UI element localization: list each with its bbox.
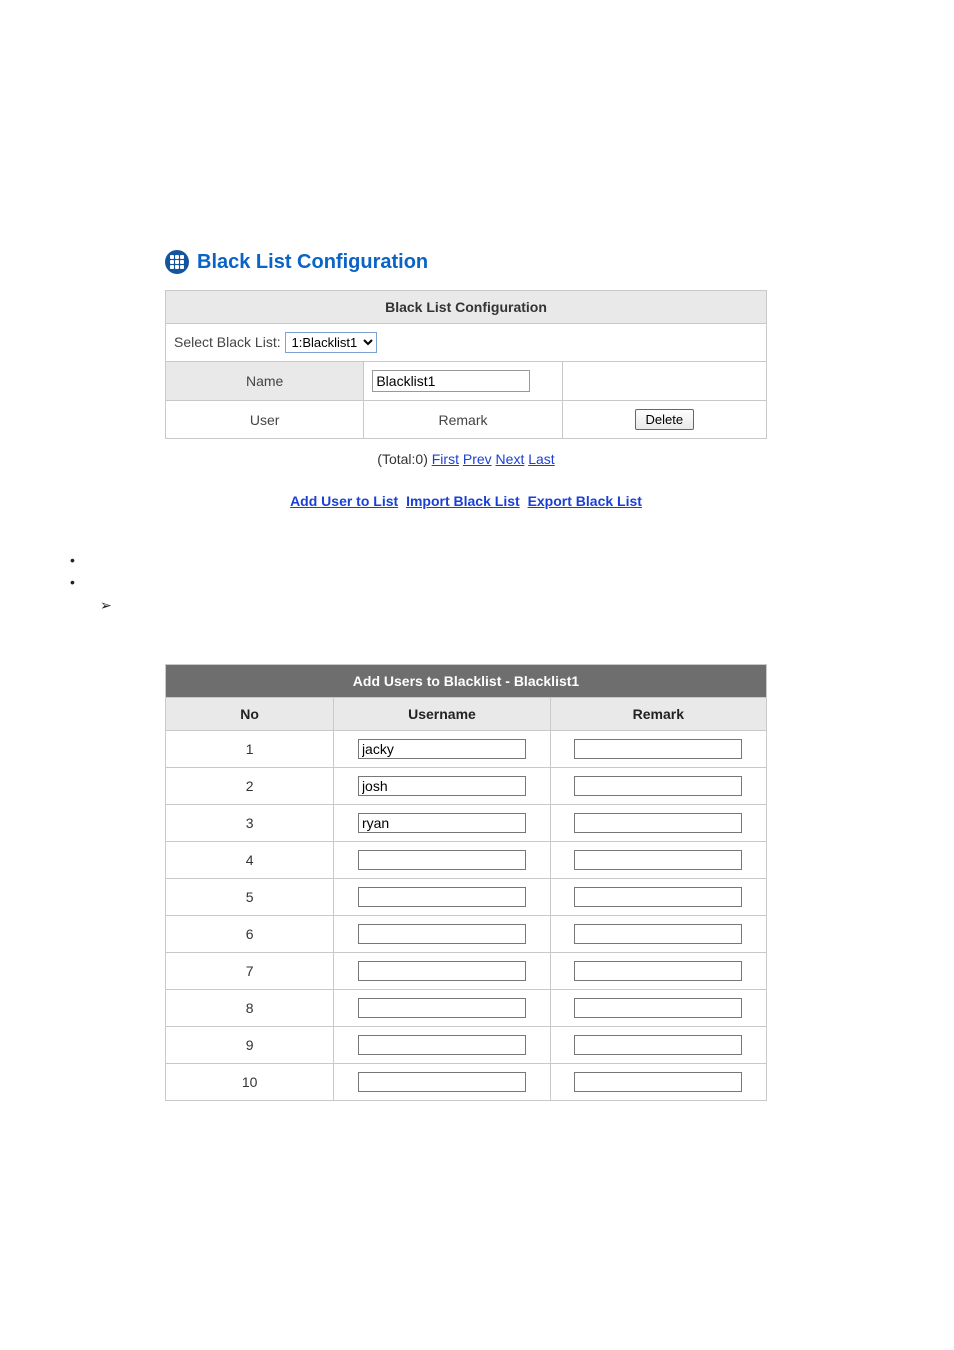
col-remark: Remark [364, 401, 562, 439]
remark-input[interactable] [574, 850, 742, 870]
pager: (Total:0) First Prev Next Last [165, 451, 767, 467]
config-table: Black List Configuration Select Black Li… [165, 290, 767, 439]
arrow-marker: ➢ [100, 594, 112, 616]
username-input[interactable] [358, 887, 526, 907]
add-users-title: Add Users to Blacklist - Blacklist1 [166, 665, 767, 698]
pager-first[interactable]: First [432, 451, 459, 467]
username-input[interactable] [358, 1072, 526, 1092]
pager-last[interactable]: Last [528, 451, 554, 467]
cell-remark [550, 1064, 766, 1101]
name-label: Name [166, 362, 364, 401]
table-row: 8 [166, 990, 767, 1027]
bullet-marker: • [70, 571, 954, 593]
username-input[interactable] [358, 961, 526, 981]
cell-remark [550, 842, 766, 879]
table-row: 1 [166, 731, 767, 768]
col-remark: Remark [550, 698, 766, 731]
col-no: No [166, 698, 334, 731]
cell-no: 3 [166, 805, 334, 842]
username-input[interactable] [358, 813, 526, 833]
username-input[interactable] [358, 850, 526, 870]
cell-username [334, 805, 550, 842]
remark-input[interactable] [574, 813, 742, 833]
cell-remark [550, 879, 766, 916]
username-input[interactable] [358, 776, 526, 796]
cell-no: 4 [166, 842, 334, 879]
remark-input[interactable] [574, 961, 742, 981]
delete-button[interactable]: Delete [635, 409, 695, 430]
page-title: Black List Configuration [197, 251, 428, 274]
bullet-list: • • ➢ [60, 549, 954, 616]
remark-input[interactable] [574, 776, 742, 796]
name-row-spacer [562, 362, 766, 401]
add-user-link[interactable]: Add User to List [290, 493, 398, 509]
add-users-panel: Add Users to Blacklist - Blacklist1 No U… [165, 664, 767, 1101]
table-row: 2 [166, 768, 767, 805]
import-list-link[interactable]: Import Black List [406, 493, 520, 509]
table-row: 7 [166, 953, 767, 990]
cell-no: 6 [166, 916, 334, 953]
table-row: 3 [166, 805, 767, 842]
cell-username [334, 1027, 550, 1064]
select-blacklist-label: Select Black List: [174, 334, 281, 350]
username-input[interactable] [358, 998, 526, 1018]
grid-icon [165, 250, 189, 274]
cell-no: 1 [166, 731, 334, 768]
cell-username [334, 768, 550, 805]
cell-remark [550, 953, 766, 990]
cell-username [334, 879, 550, 916]
blacklist-select[interactable]: 1:Blacklist1 [285, 332, 377, 353]
export-list-link[interactable]: Export Black List [528, 493, 642, 509]
table-row: 6 [166, 916, 767, 953]
cell-remark [550, 916, 766, 953]
panel-header: Black List Configuration [165, 250, 767, 274]
table-row: 5 [166, 879, 767, 916]
remark-input[interactable] [574, 739, 742, 759]
username-input[interactable] [358, 924, 526, 944]
blacklist-name-input[interactable] [372, 370, 530, 392]
cell-remark [550, 768, 766, 805]
action-links: Add User to List Import Black List Expor… [165, 493, 767, 509]
add-users-table: Add Users to Blacklist - Blacklist1 No U… [165, 664, 767, 1101]
cell-no: 2 [166, 768, 334, 805]
blacklist-config-panel: Black List Configuration Black List Conf… [165, 250, 767, 509]
pager-prev[interactable]: Prev [463, 451, 492, 467]
username-input[interactable] [358, 1035, 526, 1055]
cell-remark [550, 990, 766, 1027]
bullet-marker: • [70, 549, 954, 571]
cell-no: 7 [166, 953, 334, 990]
pager-next[interactable]: Next [496, 451, 525, 467]
config-title: Black List Configuration [166, 291, 767, 324]
cell-remark [550, 1027, 766, 1064]
remark-input[interactable] [574, 924, 742, 944]
cell-username [334, 731, 550, 768]
remark-input[interactable] [574, 887, 742, 907]
cell-username [334, 990, 550, 1027]
cell-username [334, 1064, 550, 1101]
remark-input[interactable] [574, 998, 742, 1018]
username-input[interactable] [358, 739, 526, 759]
cell-no: 5 [166, 879, 334, 916]
table-row: 4 [166, 842, 767, 879]
cell-username [334, 916, 550, 953]
cell-no: 8 [166, 990, 334, 1027]
table-row: 9 [166, 1027, 767, 1064]
remark-input[interactable] [574, 1072, 742, 1092]
col-user: User [166, 401, 364, 439]
cell-username [334, 953, 550, 990]
cell-username [334, 842, 550, 879]
col-username: Username [334, 698, 550, 731]
pager-total: (Total:0) [377, 451, 428, 467]
cell-remark [550, 731, 766, 768]
cell-no: 10 [166, 1064, 334, 1101]
remark-input[interactable] [574, 1035, 742, 1055]
table-row: 10 [166, 1064, 767, 1101]
cell-remark [550, 805, 766, 842]
cell-no: 9 [166, 1027, 334, 1064]
